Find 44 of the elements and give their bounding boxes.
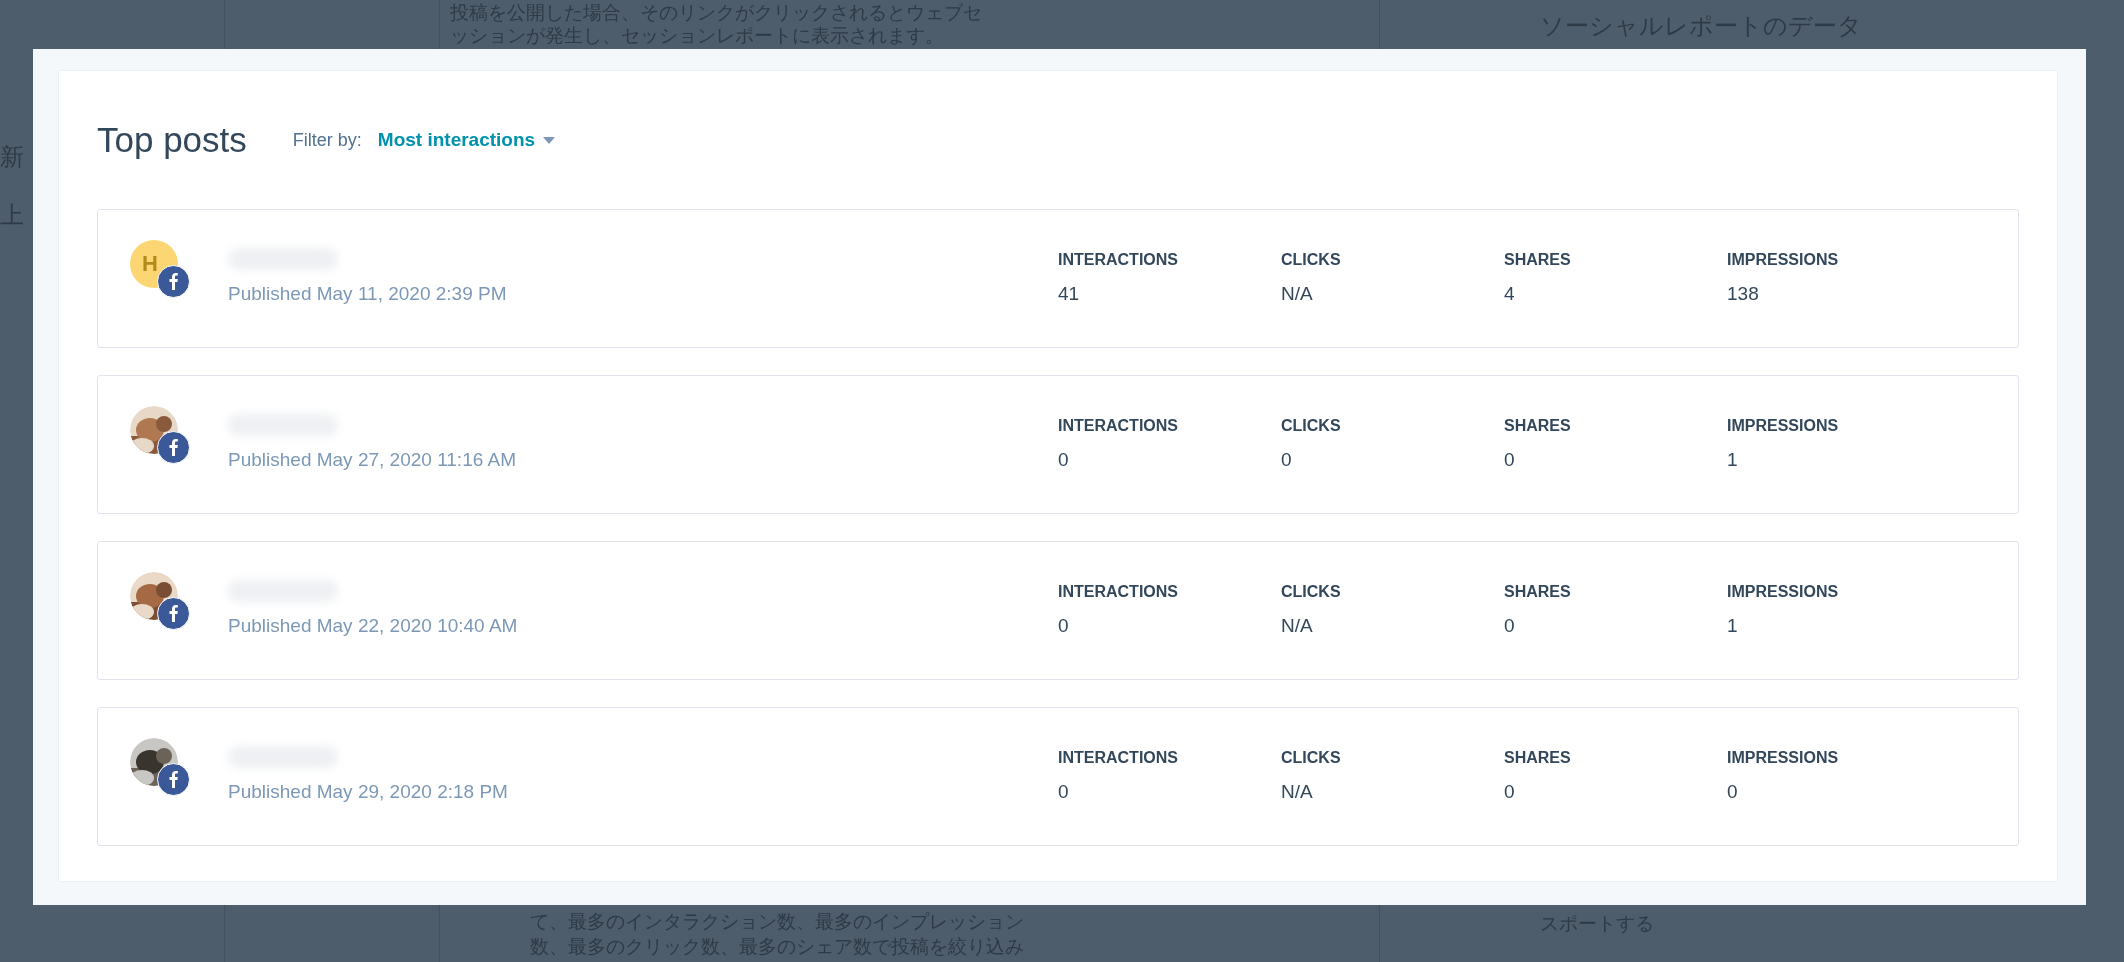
caret-icon — [543, 136, 556, 144]
stat-value: 0 — [1504, 448, 1516, 473]
stat-value: 138 — [1727, 282, 1760, 307]
stat-value: 4 — [1504, 282, 1516, 307]
stat-label: SHARES — [1504, 748, 1572, 769]
stat-label: IMPRESSIONS — [1727, 416, 1840, 437]
publish-date: Published May 11, 2020 2:39 PM — [228, 282, 508, 307]
stat-value: N/A — [1281, 282, 1314, 307]
stat-value: 0 — [1281, 448, 1293, 473]
stat-label: CLICKS — [1281, 250, 1342, 271]
publish-date: Published May 27, 2020 11:16 AM — [228, 448, 517, 473]
filter-dropdown[interactable]: Most interactions — [377, 125, 556, 155]
publish-date: Published May 29, 2020 2:18 PM — [228, 780, 509, 805]
stat-label: SHARES — [1504, 416, 1572, 437]
stat-label: IMPRESSIONS — [1727, 582, 1840, 603]
stat-value: 0 — [1058, 614, 1070, 639]
filter-label: Filter by: — [292, 128, 362, 152]
stat-label: INTERACTIONS — [1058, 582, 1179, 603]
stat-label: INTERACTIONS — [1058, 250, 1179, 271]
stat-label: INTERACTIONS — [1058, 748, 1179, 769]
facebook-icon — [157, 762, 190, 796]
stat-label: CLICKS — [1281, 582, 1342, 603]
stat-label: IMPRESSIONS — [1727, 748, 1840, 769]
stat-value: 0 — [1058, 780, 1070, 805]
stat-value: 1 — [1727, 614, 1739, 639]
stat-label: CLICKS — [1281, 416, 1342, 437]
stat-label: INTERACTIONS — [1058, 416, 1179, 437]
facebook-icon — [157, 430, 190, 464]
publish-date: Published May 22, 2020 10:40 AM — [228, 614, 519, 639]
facebook-icon — [157, 596, 190, 630]
stat-value: 0 — [1058, 448, 1070, 473]
stat-value: 41 — [1058, 282, 1081, 307]
facebook-icon — [157, 264, 190, 298]
stat-value: 0 — [1504, 780, 1516, 805]
stat-value: 0 — [1504, 614, 1516, 639]
stat-label: CLICKS — [1281, 748, 1342, 769]
stat-value: 0 — [1727, 780, 1739, 805]
stat-label: SHARES — [1504, 582, 1572, 603]
stat-value: N/A — [1281, 614, 1314, 639]
stat-label: SHARES — [1504, 250, 1572, 271]
stat-label: IMPRESSIONS — [1727, 250, 1840, 271]
stat-value: N/A — [1281, 780, 1314, 805]
panel-title: Top posts — [97, 118, 247, 161]
stat-value: 1 — [1727, 448, 1739, 473]
